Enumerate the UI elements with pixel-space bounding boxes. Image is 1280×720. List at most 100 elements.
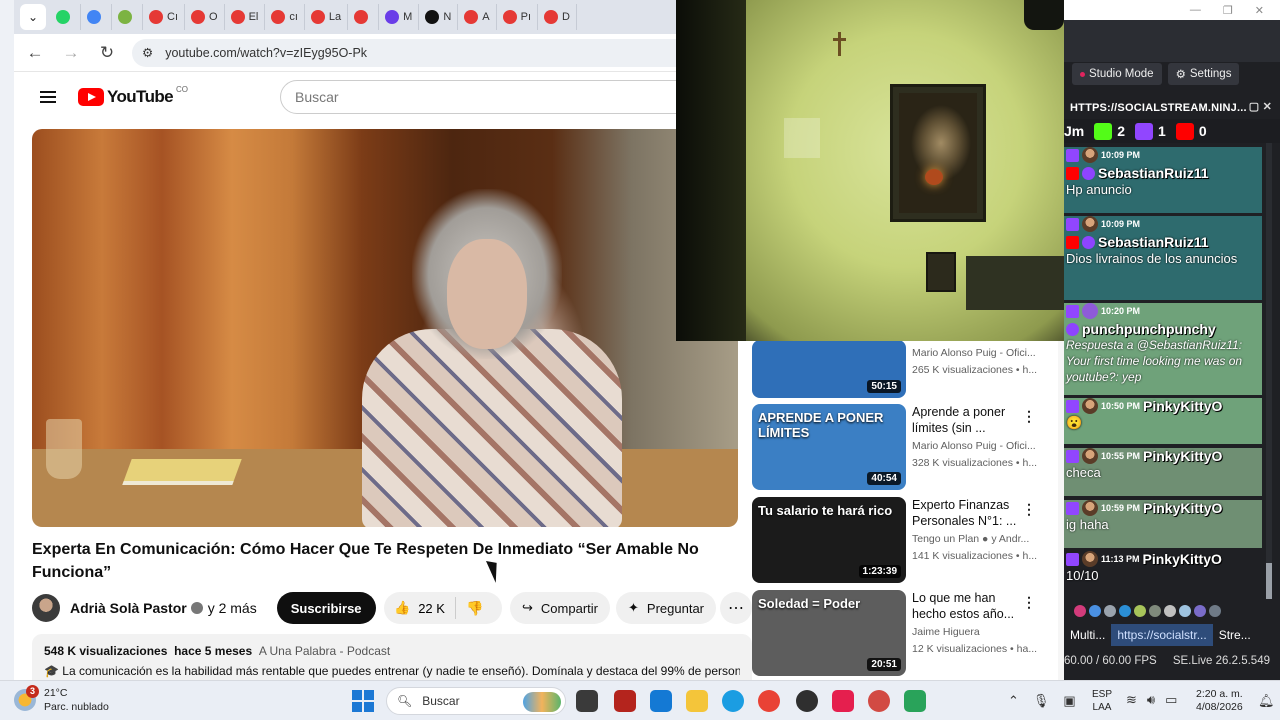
site-settings-icon[interactable]: ⚙	[142, 45, 153, 60]
browser-tab[interactable]	[112, 4, 143, 30]
menu-icon[interactable]	[40, 91, 56, 103]
chat-username[interactable]: punchpunchpunchy	[1082, 321, 1216, 337]
chat-username[interactable]: PinkyKittyO	[1143, 398, 1222, 414]
file-explorer-icon[interactable]	[686, 690, 708, 712]
dots-icon[interactable]	[1104, 605, 1116, 617]
settings-button[interactable]: ⚙ Settings	[1167, 63, 1240, 85]
browser-tab[interactable]: La	[305, 4, 349, 30]
recommendation-title[interactable]: Experto Finanzas Personales N°1: ...	[912, 497, 1024, 529]
description-tag[interactable]: A Una Palabra - Podcast	[259, 644, 390, 658]
dock-title-bar: HTTPS://SOCIALSTREAM.NINJ... ▢ ✕	[1064, 97, 1280, 119]
recommendation-channel[interactable]: Mario Alonso Puig - Ofici...	[912, 347, 1042, 359]
tab-stream[interactable]: Stre...	[1213, 624, 1257, 646]
recommendation-thumbnail[interactable]: Tu salario te hará rico 1:23:39	[752, 497, 906, 583]
language-indicator[interactable]: ESP LAA	[1092, 688, 1112, 714]
reload-icon[interactable]: ↻	[96, 43, 118, 63]
chrome-profile-icon[interactable]	[868, 690, 890, 712]
video-player[interactable]	[32, 129, 738, 527]
recommendation-title[interactable]: Lo que me han hecho estos año...	[912, 590, 1024, 622]
share-button[interactable]: ↪ Compartir	[510, 592, 610, 624]
studio-mode-button[interactable]: Studio Mode	[1072, 63, 1162, 85]
recommendation-channel[interactable]: Jaime Higuera	[912, 626, 1042, 638]
chat-username[interactable]: PinkyKittyO	[1143, 551, 1222, 567]
obs-icon[interactable]	[796, 690, 818, 712]
browser-tab[interactable]: Pı	[497, 4, 539, 30]
filter-icon[interactable]	[1119, 605, 1131, 617]
task-view-icon[interactable]	[576, 690, 598, 712]
subscribe-button[interactable]: Suscribirse	[276, 592, 376, 624]
more-vertical-icon[interactable]: ⋮	[1022, 501, 1036, 518]
chat-username[interactable]: SebastianRuiz11	[1098, 165, 1209, 181]
ask-button[interactable]: ✦ Preguntar	[616, 592, 716, 624]
description-box[interactable]: 548 K visualizaciones hace 5 meses A Una…	[32, 634, 752, 680]
tab-multi[interactable]: Multi...	[1064, 624, 1111, 646]
channel-name[interactable]: Adrià Solà Pastor	[70, 600, 187, 616]
browser-tab[interactable]: Cı	[143, 4, 185, 30]
like-button[interactable]: 👍 22 K	[384, 597, 456, 619]
more-vertical-icon[interactable]: ⋮	[1022, 408, 1036, 425]
tiktok-icon[interactable]	[832, 690, 854, 712]
taskbar-search[interactable]: 🔍︎ Buscar	[386, 687, 566, 715]
more-vertical-icon[interactable]: ⋮	[1022, 594, 1036, 611]
chat-username[interactable]: PinkyKittyO	[1143, 448, 1222, 464]
microphone-icon[interactable]: 🎙︎	[1033, 693, 1050, 709]
back-arrow-icon[interactable]: ←	[24, 43, 46, 63]
auto-icon[interactable]	[1194, 605, 1206, 617]
pause-icon[interactable]	[1074, 605, 1086, 617]
chat-scrollbar[interactable]	[1266, 143, 1272, 599]
recommendation-thumbnail[interactable]: 50:15	[752, 340, 906, 398]
dock-close-icon[interactable]: ▢ ✕	[1249, 100, 1272, 113]
edge-icon[interactable]	[722, 690, 744, 712]
browser-tab[interactable]: M	[379, 4, 420, 30]
recommendation-thumbnail[interactable]: Soledad = Poder 20:51	[752, 590, 906, 676]
dislike-button[interactable]: 👎	[456, 600, 493, 617]
channel-avatar[interactable]	[32, 594, 60, 622]
restore-icon[interactable]: ❐	[1223, 4, 1233, 17]
settings-small-icon[interactable]	[1149, 605, 1161, 617]
browser-tab[interactable]: N	[419, 4, 459, 30]
youtube-logo[interactable]: YouTube CO	[78, 85, 188, 107]
start-button[interactable]	[352, 690, 374, 712]
forward-arrow-icon[interactable]: →	[60, 43, 82, 63]
browser-tab[interactable]	[81, 4, 112, 30]
chat-username[interactable]: PinkyKittyO	[1143, 500, 1222, 516]
mute-icon[interactable]	[1209, 605, 1221, 617]
app-green-icon[interactable]	[904, 690, 926, 712]
weather-temp: 21°C	[44, 687, 68, 699]
tv-icon[interactable]	[1179, 605, 1191, 617]
clock[interactable]: 2:20 a. m. 4/08/2026	[1196, 688, 1243, 714]
recommendation-title[interactable]: Aprende a poner límites (sin ...	[912, 404, 1024, 436]
browser-tab[interactable]: O	[185, 4, 225, 30]
recommendation-item[interactable]: Tu salario te hará rico 1:23:39 Experto Fi…	[752, 497, 1064, 583]
chat-scroll-thumb[interactable]	[1266, 563, 1272, 599]
store-icon[interactable]	[650, 690, 672, 712]
tool-icon[interactable]	[1164, 605, 1176, 617]
chat-icon[interactable]	[1089, 605, 1101, 617]
channel-extra[interactable]: y 2 más	[208, 600, 257, 616]
browser-tab[interactable]: A	[458, 4, 497, 30]
close-icon[interactable]: ✕	[1255, 4, 1264, 17]
notification-bell-icon[interactable]: 🔔︎	[1258, 693, 1275, 709]
browser-tab[interactable]: cı	[265, 4, 305, 30]
network-app-icon[interactable]: ▣	[1063, 693, 1075, 709]
chrome-icon[interactable]	[758, 690, 780, 712]
minimize-icon[interactable]: —	[1190, 4, 1201, 16]
weather-widget[interactable]: 3 21°C Parc. nublado	[14, 685, 109, 714]
more-actions-button[interactable]: ⋯	[720, 592, 752, 624]
emoji-icon[interactable]	[1134, 605, 1146, 617]
browser-tab[interactable]	[348, 4, 380, 30]
chat-username[interactable]: SebastianRuiz11	[1098, 234, 1209, 250]
tab-socialstream[interactable]: https://socialstr...	[1111, 624, 1213, 646]
recommendation-channel[interactable]: Tengo un Plan ● y Andr...	[912, 533, 1042, 545]
browser-tab[interactable]: El	[225, 4, 266, 30]
browser-tab[interactable]	[50, 4, 81, 30]
browser-tab[interactable]: D	[538, 4, 577, 30]
quick-settings[interactable]: ≋ 🔊︎ ▭	[1126, 692, 1177, 708]
chevron-up-icon[interactable]: ⌃	[1008, 693, 1019, 709]
recommendation-item[interactable]: APRENDE A PONER LÍMITES 40:54 Aprende a po…	[752, 404, 1064, 490]
app-shield-icon[interactable]	[614, 690, 636, 712]
recommendation-thumbnail[interactable]: APRENDE A PONER LÍMITES 40:54	[752, 404, 906, 490]
tab-search-button[interactable]: ⌄	[20, 4, 46, 30]
recommendation-item[interactable]: Soledad = Poder 20:51 Lo que me han hecho …	[752, 590, 1064, 676]
recommendation-channel[interactable]: Mario Alonso Puig - Ofici...	[912, 440, 1042, 452]
